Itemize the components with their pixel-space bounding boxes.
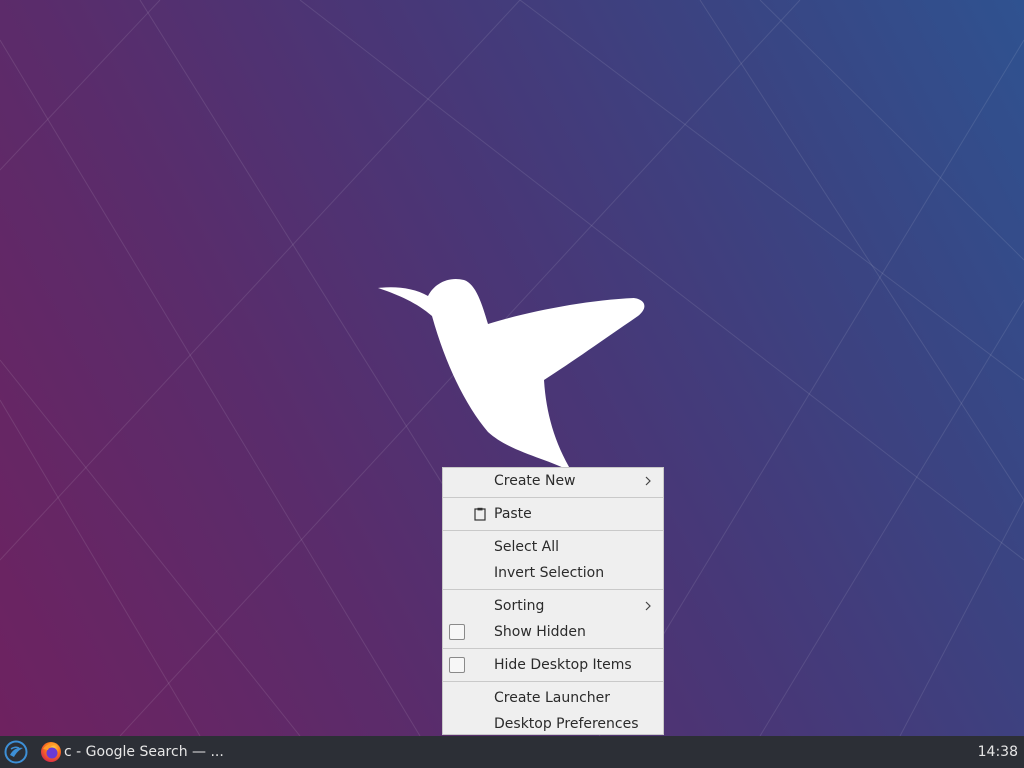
chevron-right-icon (645, 476, 651, 486)
menu-item-label: Create New (494, 473, 576, 489)
menu-item-select-all[interactable]: Select All (443, 534, 663, 560)
menu-item-invert-selection[interactable]: Invert Selection (443, 560, 663, 586)
show-hidden-checkbox[interactable] (449, 624, 465, 640)
menu-separator (443, 497, 663, 498)
menu-separator (443, 648, 663, 649)
hummingbird-logo (378, 278, 645, 472)
menu-item-label: Invert Selection (494, 565, 605, 581)
menu-item-show-hidden[interactable]: Show Hidden (443, 619, 663, 645)
menu-separator (443, 681, 663, 682)
menu-item-create-launcher[interactable]: Create Launcher (443, 685, 663, 711)
lubuntu-logo-icon[interactable] (4, 740, 28, 764)
chevron-right-icon (645, 601, 651, 611)
menu-item-hide-desktop-items[interactable]: Hide Desktop Items (443, 652, 663, 678)
menu-item-label: Desktop Preferences (494, 716, 639, 732)
taskbar: c - Google Search — ... 14:38 (0, 736, 1024, 768)
firefox-icon (41, 742, 61, 762)
menu-item-label: Select All (494, 539, 559, 555)
menu-item-label: Paste (494, 506, 532, 522)
desktop[interactable]: Create New Paste Select All Invert Selec… (0, 0, 1024, 736)
menu-item-label: Sorting (494, 598, 545, 614)
taskbar-task-firefox[interactable]: c - Google Search — ... (38, 736, 228, 768)
desktop-context-menu: Create New Paste Select All Invert Selec… (442, 467, 664, 735)
menu-item-desktop-preferences[interactable]: Desktop Preferences (443, 711, 663, 736)
menu-item-label: Hide Desktop Items (494, 657, 632, 673)
menu-item-create-new[interactable]: Create New (443, 468, 663, 494)
menu-item-label: Create Launcher (494, 690, 611, 706)
menu-separator (443, 589, 663, 590)
hide-desktop-items-checkbox[interactable] (449, 657, 465, 673)
menu-item-sorting[interactable]: Sorting (443, 593, 663, 619)
taskbar-task-label: c - Google Search — ... (64, 744, 224, 760)
clock[interactable]: 14:38 (978, 736, 1018, 768)
menu-item-paste[interactable]: Paste (443, 501, 663, 527)
clipboard-icon (474, 507, 486, 521)
menu-item-label: Show Hidden (494, 624, 586, 640)
menu-separator (443, 530, 663, 531)
